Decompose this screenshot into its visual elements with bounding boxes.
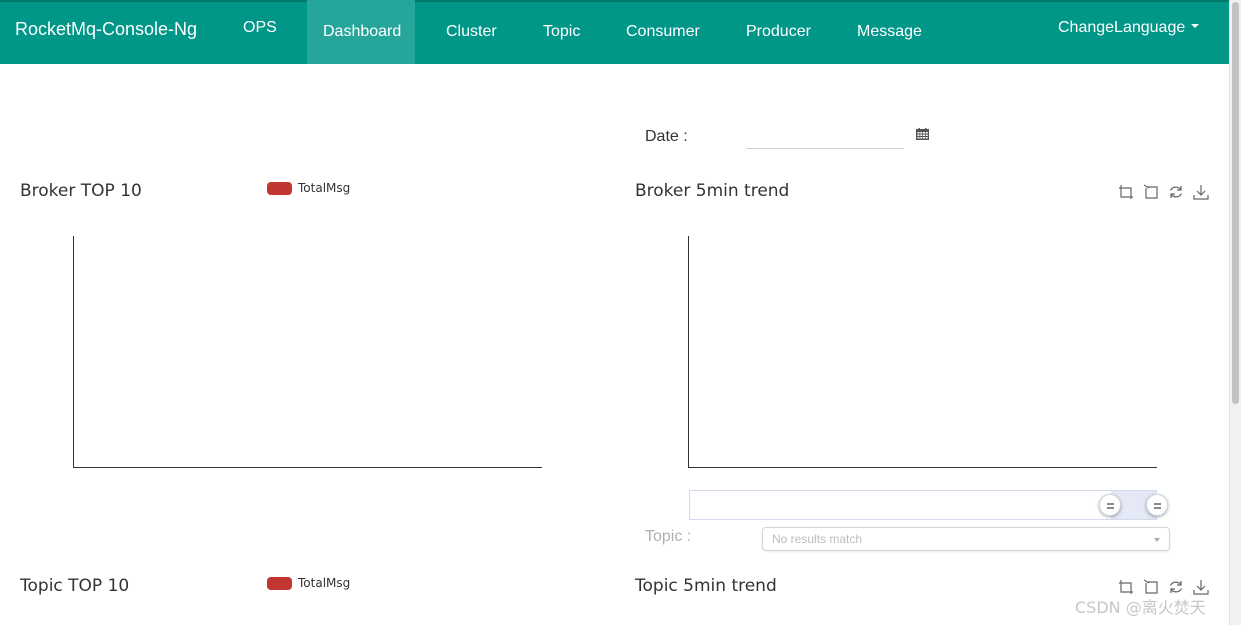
topic-select[interactable]: No results match (762, 527, 1170, 551)
scrollbar-thumb[interactable] (1232, 2, 1239, 404)
zoom-handle-right[interactable] (1146, 494, 1168, 516)
brand-logo-text[interactable]: RocketMq-Console-Ng (15, 19, 197, 40)
nav-item-consumer[interactable]: Consumer (610, 0, 716, 64)
topic-label: Topic : (645, 528, 692, 545)
nav-item-ops[interactable]: OPS (227, 0, 293, 60)
nav-item-dashboard[interactable]: Dashboard (307, 0, 415, 64)
broker-top10-y-axis (73, 236, 74, 468)
broker-trend-toolbox (1118, 184, 1228, 202)
top-navbar: RocketMq-Console-Ng OPS Dashboard Cluste… (0, 0, 1229, 64)
download-icon[interactable] (1193, 184, 1209, 200)
change-language-dropdown[interactable]: ChangeLanguage (1058, 19, 1200, 37)
nav-item-message[interactable]: Message (841, 0, 938, 64)
topic-top10-title: Topic TOP 10 (20, 576, 130, 596)
broker-trend-title: Broker 5min trend (635, 181, 790, 201)
change-language-label: ChangeLanguage (1058, 19, 1186, 36)
broker-top10-title: Broker TOP 10 (20, 181, 142, 201)
legend-swatch (267, 182, 292, 195)
download-icon[interactable] (1193, 579, 1209, 595)
zoom-reset-icon[interactable] (1143, 184, 1159, 200)
broker-trend-x-axis (688, 467, 1157, 468)
zoom-icon[interactable] (1118, 184, 1134, 200)
zoom-handle-left[interactable] (1099, 494, 1121, 516)
broker-trend-y-axis (688, 236, 689, 468)
zoom-reset-icon[interactable] (1143, 579, 1159, 595)
topic-trend-title: Topic 5min trend (635, 576, 777, 596)
legend-swatch (267, 577, 292, 590)
refresh-icon[interactable] (1168, 579, 1184, 595)
date-input[interactable] (746, 122, 904, 149)
nav-item-topic[interactable]: Topic (527, 0, 596, 64)
csdn-watermark: CSDN @离火焚天 (1075, 598, 1206, 617)
legend-label: TotalMsg (298, 576, 351, 590)
legend-label: TotalMsg (298, 181, 351, 195)
caret-down-icon (1191, 23, 1200, 28)
broker-trend-zoom-slider[interactable] (689, 490, 1157, 520)
refresh-icon[interactable] (1168, 184, 1184, 200)
date-label: Date : (645, 128, 688, 145)
broker-top10-x-axis (73, 467, 542, 468)
nav-item-producer[interactable]: Producer (730, 0, 827, 64)
zoom-icon[interactable] (1118, 579, 1134, 595)
topic-select-placeholder: No results match (772, 532, 863, 546)
nav-item-cluster[interactable]: Cluster (430, 0, 513, 64)
page-scrollbar[interactable] (1229, 0, 1241, 625)
chevron-down-icon (1154, 538, 1160, 542)
calendar-icon[interactable] (916, 128, 929, 140)
